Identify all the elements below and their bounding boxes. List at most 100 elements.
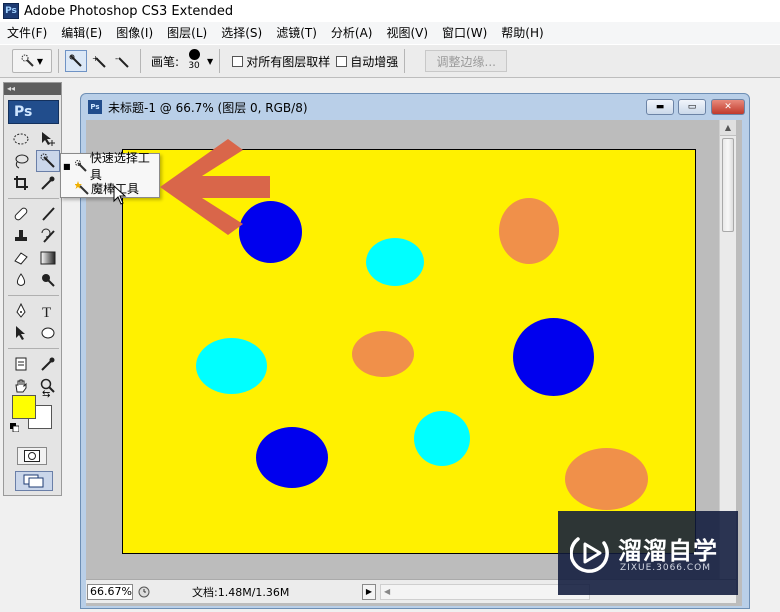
screen-mode-icon (23, 474, 44, 488)
blur-icon (16, 273, 26, 286)
svg-text:T: T (42, 305, 51, 319)
swap-colors-icon[interactable]: ⇆ (42, 389, 50, 400)
menu-layer[interactable]: 图层(L) (160, 22, 214, 44)
scroll-up-icon[interactable]: ▲ (720, 120, 736, 136)
pen-tool[interactable] (9, 300, 33, 322)
ellipse-shape-tool[interactable] (36, 322, 60, 344)
eraser-tool[interactable] (9, 247, 33, 269)
cyan-circle[interactable] (414, 411, 470, 466)
brush-dot-icon (188, 49, 200, 60)
clone-stamp-tool[interactable] (9, 225, 33, 247)
crop-tool[interactable] (9, 172, 33, 194)
orange-ellipse[interactable] (499, 198, 559, 264)
orange-ellipse[interactable] (352, 331, 414, 377)
toolbox-divider (8, 295, 59, 296)
svg-text:-: - (115, 54, 118, 64)
type-tool[interactable]: T (36, 300, 60, 322)
path-selection-icon (16, 326, 25, 340)
notes-icon (15, 357, 27, 371)
brush-size: 30 (188, 61, 200, 71)
screen-mode-button[interactable] (15, 471, 53, 491)
cyan-ellipse[interactable] (196, 338, 267, 394)
menu-filter[interactable]: 滤镜(T) (269, 22, 324, 44)
brush-picker[interactable]: 30 (183, 47, 205, 75)
eyedropper-icon (41, 176, 55, 190)
slice-tool[interactable] (36, 172, 60, 194)
hand-icon (15, 379, 27, 393)
options-divider (140, 49, 141, 73)
quick-selection-tool[interactable] (36, 150, 60, 172)
toolbox-logo[interactable]: Ps (8, 100, 59, 124)
close-icon: ✕ (724, 102, 732, 112)
sample-all-layers-checkbox[interactable]: 对所有图层取样 (232, 53, 330, 70)
default-colors-icon[interactable] (10, 423, 19, 432)
elliptical-marquee-tool[interactable] (9, 128, 33, 150)
menu-help[interactable]: 帮助(H) (494, 22, 550, 44)
path-selection-tool[interactable] (9, 322, 33, 344)
options-divider (219, 49, 221, 73)
cyan-ellipse[interactable] (366, 238, 424, 286)
status-clock-icon[interactable] (136, 584, 152, 600)
chevron-down-icon[interactable]: ▼ (207, 57, 213, 66)
options-bar: ▼ + - 画笔: 30 ▼ 对所有图层取样 自动增强 调整边缘... (0, 44, 780, 78)
sample-all-layers-label: 对所有图层取样 (246, 54, 331, 69)
dodge-tool[interactable] (36, 269, 60, 291)
selection-tool-flyout: ■ 快速选择工具 魔棒工具 (60, 151, 160, 198)
add-to-selection-button[interactable]: + (88, 50, 110, 72)
new-selection-button[interactable] (65, 50, 87, 72)
document-size-info: 文档:1.48M/1.36M (192, 585, 290, 599)
gradient-tool[interactable] (36, 247, 60, 269)
menu-file[interactable]: 文件(F) (0, 22, 54, 44)
eyedropper-tool[interactable] (36, 353, 60, 375)
foreground-color-swatch[interactable] (12, 395, 36, 419)
options-divider (404, 49, 406, 73)
quick-mask-button[interactable] (17, 447, 47, 465)
history-brush-tool[interactable] (36, 225, 60, 247)
document-titlebar[interactable]: Ps 未标题-1 @ 66.7% (图层 0, RGB/8) ▬ ▭ ✕ (81, 94, 749, 120)
blue-circle[interactable] (256, 427, 328, 488)
menu-analysis[interactable]: 分析(A) (324, 22, 380, 44)
blue-circle[interactable] (513, 318, 594, 396)
blur-tool[interactable] (9, 269, 33, 291)
notes-tool[interactable] (9, 353, 33, 375)
scrollbar-thumb[interactable] (722, 138, 734, 232)
menu-window[interactable]: 窗口(W) (435, 22, 494, 44)
quick-selection-new-icon (69, 54, 82, 67)
status-menu-arrow-icon[interactable]: ▶ (362, 583, 376, 600)
flyout-item-quick-selection[interactable]: ■ 快速选择工具 (61, 151, 159, 182)
menu-bar: 文件(F) 编辑(E) 图像(I) 图层(L) 选择(S) 滤镜(T) 分析(A… (0, 22, 780, 44)
refine-edge-button[interactable]: 调整边缘... (425, 50, 508, 72)
menu-edit[interactable]: 编辑(E) (54, 22, 109, 44)
menu-select[interactable]: 选择(S) (214, 22, 269, 44)
tool-preset-picker[interactable]: ▼ (12, 49, 52, 73)
mouse-cursor-icon (113, 185, 127, 205)
subtract-from-selection-button[interactable]: - (111, 50, 133, 72)
tools-palette: ◂◂ Ps T ⇆ (3, 82, 62, 496)
site-watermark: 溜溜自学 ZIXUE.3066.COM (558, 511, 738, 595)
photoshop-logo-icon: Ps (3, 3, 19, 19)
healing-brush-tool[interactable] (9, 203, 33, 225)
scroll-left-icon[interactable]: ◀ (384, 587, 390, 596)
menu-image[interactable]: 图像(I) (109, 22, 160, 44)
menu-view[interactable]: 视图(V) (379, 22, 435, 44)
orange-ellipse[interactable] (565, 448, 648, 510)
gradient-icon (40, 251, 56, 265)
checkbox-box[interactable] (232, 55, 244, 67)
move-tool[interactable] (36, 128, 60, 150)
maximize-button[interactable]: ▭ (678, 99, 706, 115)
minimize-button[interactable]: ▬ (646, 99, 674, 115)
zoom-level-field[interactable]: 66.67% (87, 583, 133, 600)
lasso-tool[interactable] (9, 150, 33, 172)
close-button[interactable]: ✕ (711, 99, 745, 115)
marquee-icon (13, 133, 29, 145)
auto-enhance-checkbox[interactable]: 自动增强 (336, 53, 398, 70)
palette-collapse-handle[interactable]: ◂◂ (4, 83, 61, 95)
magic-wand-icon (73, 181, 91, 195)
brush-icon (42, 207, 55, 221)
hand-tool[interactable] (9, 375, 33, 397)
minimize-icon: ▬ (655, 102, 665, 112)
checkbox-box[interactable] (336, 55, 348, 67)
brush-label: 画笔: (151, 54, 180, 69)
bandage-icon (14, 207, 28, 221)
brush-tool[interactable] (36, 203, 60, 225)
